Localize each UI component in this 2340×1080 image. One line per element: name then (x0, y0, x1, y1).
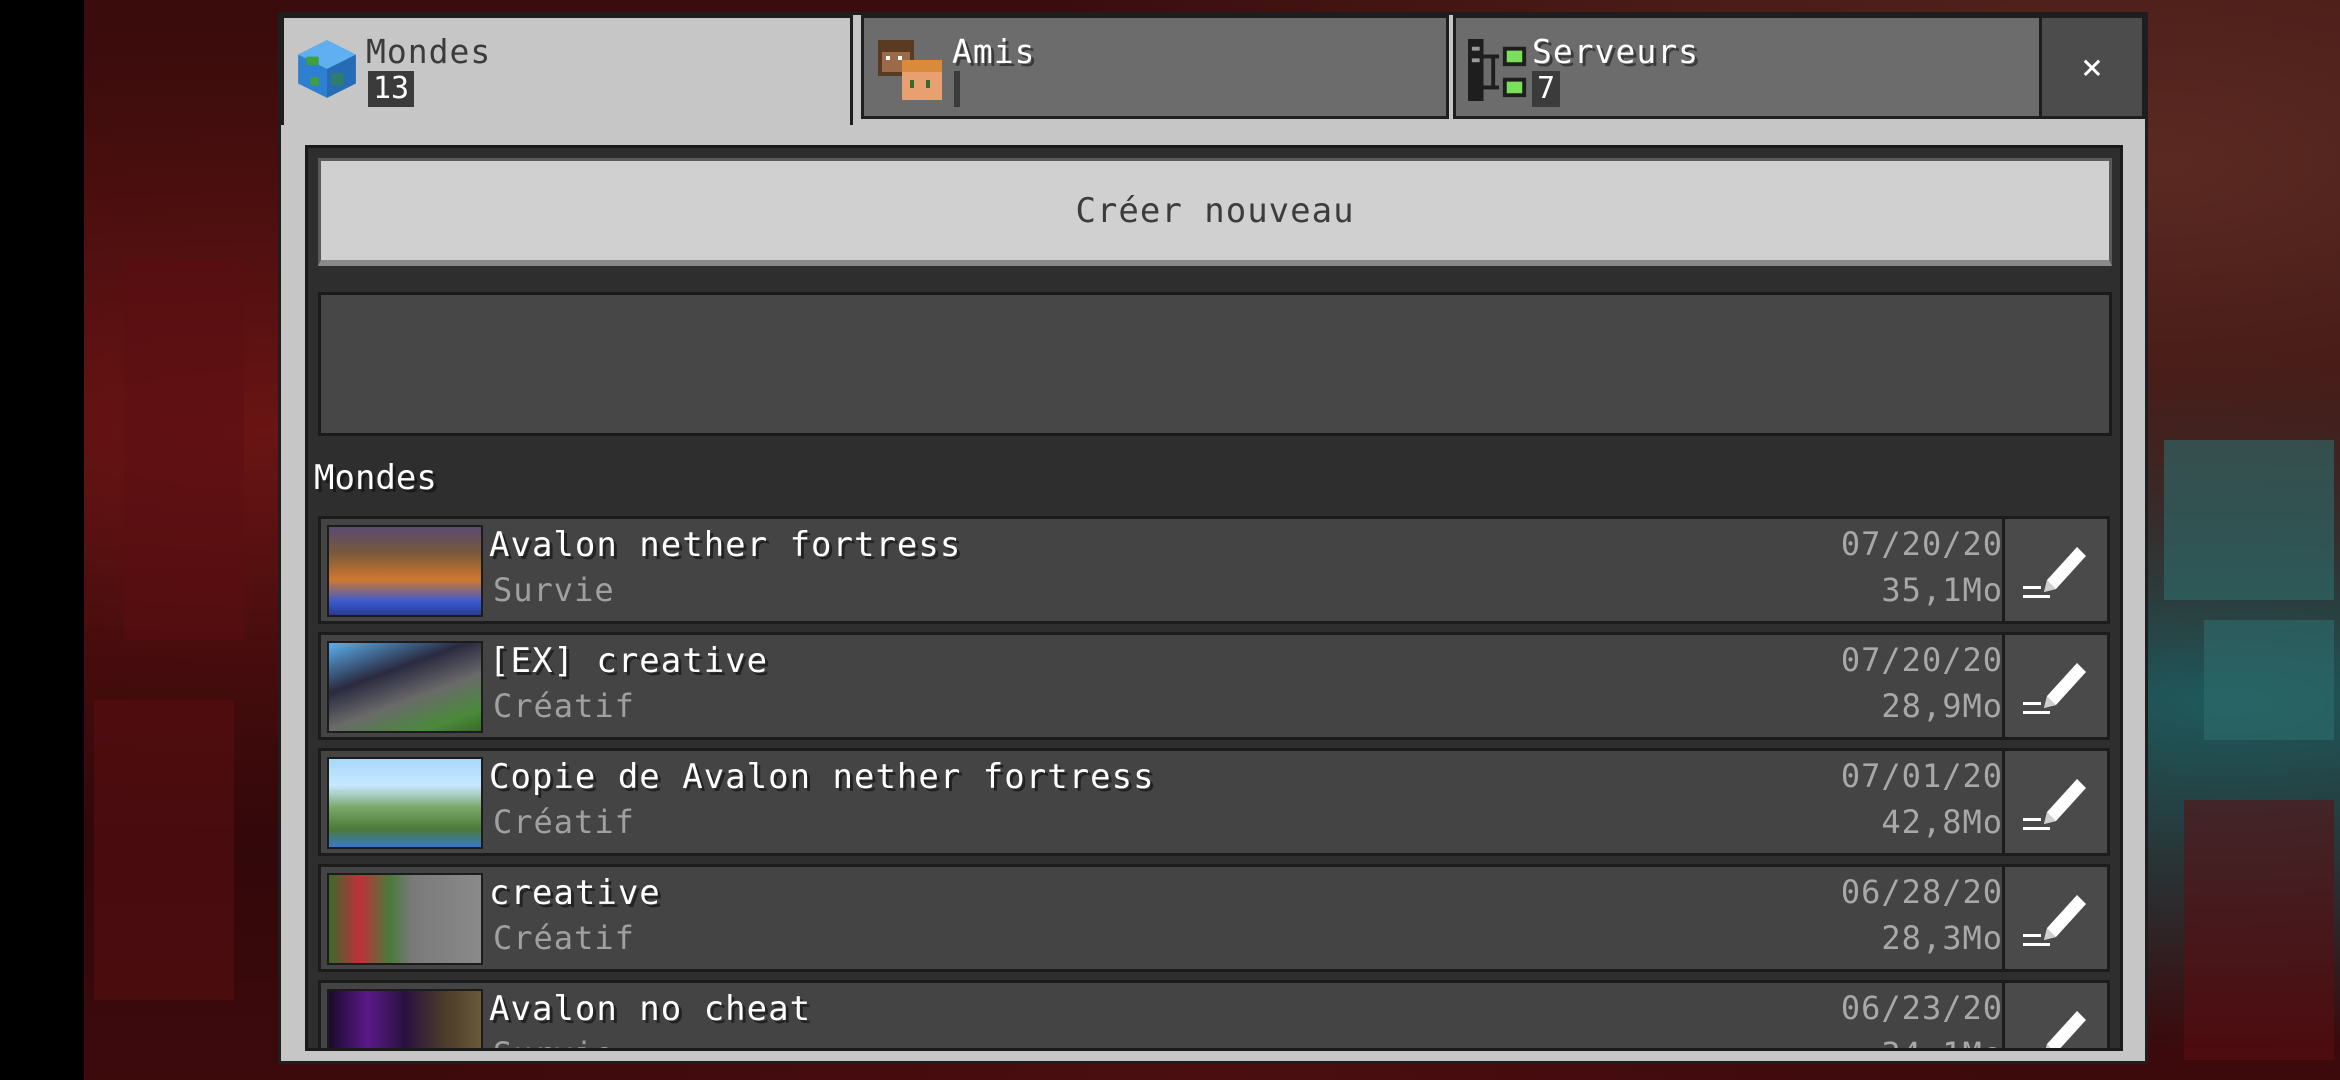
world-name: [EX] creative (489, 641, 769, 681)
world-thumbnail (327, 525, 483, 617)
world-date: 06/23/20 (1840, 989, 2003, 1027)
pencil-icon (2023, 769, 2089, 835)
world-thumbnail (327, 641, 483, 733)
world-size: 35,1Mo (1881, 571, 2003, 609)
world-entry[interactable]: Avalon no cheat Survie 06/23/20 34,1Mo (318, 980, 2018, 1048)
edit-world-button[interactable] (2002, 748, 2110, 856)
tab-worlds-count: 13 (368, 71, 415, 107)
edit-world-button[interactable] (2002, 980, 2110, 1048)
world-thumbnail (327, 873, 483, 965)
world-entry[interactable]: [EX] creative Créatif 07/20/20 28,9Mo (318, 632, 2018, 740)
edit-world-button[interactable] (2002, 516, 2110, 624)
edit-world-button[interactable] (2002, 864, 2110, 972)
pencil-icon (2023, 653, 2089, 719)
world-entry[interactable]: Avalon nether fortress Survie 07/20/20 3… (318, 516, 2018, 624)
tab-friends-count (954, 71, 960, 107)
worlds-dialog: Mondes 13 Amis Serveurs 7 × Créer nouvea… (278, 12, 2148, 1064)
tab-servers[interactable]: Serveurs 7 (1453, 15, 2043, 119)
tab-servers-label: Serveurs (1532, 32, 1699, 71)
world-row[interactable]: Avalon no cheat Survie 06/23/20 34,1Mo (318, 980, 2120, 1048)
create-new-button[interactable]: Créer nouveau (318, 158, 2112, 266)
section-title: Mondes (314, 458, 437, 498)
tab-friends[interactable]: Amis (861, 15, 1449, 119)
world-date: 07/20/20 (1840, 641, 2003, 679)
pencil-icon (2023, 885, 2089, 951)
pencil-icon (2023, 537, 2089, 603)
world-name: Copie de Avalon nether fortress (489, 757, 1155, 797)
world-name: creative (489, 873, 661, 913)
world-date: 06/28/20 (1840, 873, 2003, 911)
server-icon (1468, 38, 1530, 106)
edit-world-button[interactable] (2002, 632, 2110, 740)
world-mode: Survie (493, 1035, 615, 1048)
world-date: 07/20/20 (1840, 525, 2003, 563)
world-thumbnail (327, 757, 483, 849)
pencil-icon (2023, 1001, 2089, 1048)
world-mode: Créatif (493, 919, 635, 957)
world-thumbnail (327, 989, 483, 1048)
friends-icon (878, 40, 942, 104)
world-size: 28,9Mo (1881, 687, 2003, 725)
world-entry[interactable]: creative Créatif 06/28/20 28,3Mo (318, 864, 2018, 972)
world-row[interactable]: Avalon nether fortress Survie 07/20/20 3… (318, 516, 2120, 624)
world-name: Avalon no cheat (489, 989, 812, 1029)
tab-friends-label: Amis (952, 32, 1036, 71)
world-entry[interactable]: Copie de Avalon nether fortress Créatif … (318, 748, 2018, 856)
world-size: 28,3Mo (1881, 919, 2003, 957)
world-size: 42,8Mo (1881, 803, 2003, 841)
world-mode: Survie (493, 571, 615, 609)
worlds-list-panel: Créer nouveau Mondes Avalon nether fortr… (305, 145, 2123, 1051)
world-row[interactable]: [EX] creative Créatif 07/20/20 28,9Mo (318, 632, 2120, 740)
world-mode: Créatif (493, 803, 635, 841)
world-row[interactable]: Copie de Avalon nether fortress Créatif … (318, 748, 2120, 856)
empty-realms-box (318, 292, 2112, 436)
tab-worlds-label: Mondes (366, 32, 492, 71)
world-name: Avalon nether fortress (489, 525, 962, 565)
tab-servers-count: 7 (1532, 71, 1561, 107)
world-date: 07/01/20 (1840, 757, 2003, 795)
globe-icon (294, 36, 360, 106)
tab-worlds[interactable]: Mondes 13 (281, 15, 853, 125)
close-button[interactable]: × (2039, 15, 2145, 119)
close-icon: × (2081, 46, 2103, 88)
world-row[interactable]: creative Créatif 06/28/20 28,3Mo (318, 864, 2120, 972)
world-mode: Créatif (493, 687, 635, 725)
world-size: 34,1Mo (1881, 1035, 2003, 1048)
